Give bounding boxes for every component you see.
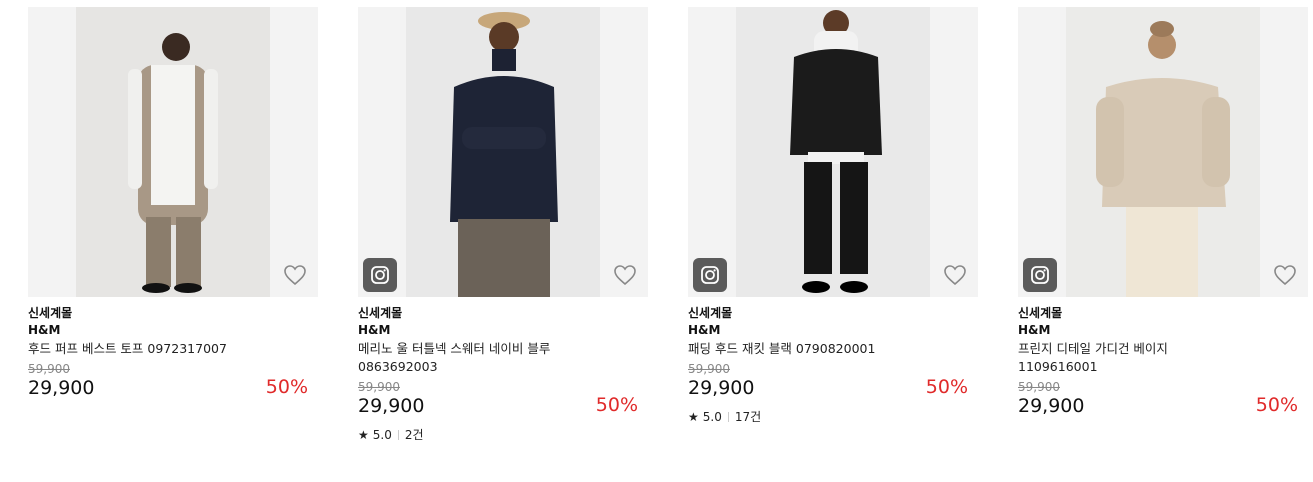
discount-rate: 50% <box>265 376 308 398</box>
instagram-icon <box>1031 266 1049 284</box>
discount-rate: 50% <box>595 394 638 416</box>
original-price: 59,900 <box>688 362 730 376</box>
review-count: 2건 <box>404 428 424 442</box>
product-photo <box>406 7 600 297</box>
sale-price: 29,900 <box>358 395 425 417</box>
seller-name: 신세계몰 <box>1018 306 1063 320</box>
star-icon: ★ <box>358 427 369 442</box>
brand-name: H&M <box>28 323 61 337</box>
product-image[interactable] <box>688 7 978 297</box>
product-name[interactable]: 메리노 울 터틀넥 스웨터 네이비 블루 0863692003 <box>358 340 578 376</box>
original-price: 59,900 <box>28 362 70 376</box>
seller-name: 신세계몰 <box>688 306 733 320</box>
rating-summary: ★ 5.0 2건 <box>358 426 648 443</box>
product-card[interactable]: 신세계몰 H&M 프린지 디테일 가디건 베이지 1109616001 59,9… <box>1018 7 1308 420</box>
product-card[interactable]: 신세계몰 H&M 패딩 후드 재킷 블랙 0790820001 59,900 2… <box>688 7 978 425</box>
rating-value: 5.0 <box>702 409 722 424</box>
star-icon: ★ <box>688 409 699 424</box>
divider <box>397 429 399 440</box>
brand-name: H&M <box>1018 323 1051 337</box>
divider <box>727 411 729 422</box>
heart-icon[interactable] <box>283 264 307 286</box>
product-photo <box>736 7 930 297</box>
product-image[interactable] <box>28 7 318 297</box>
product-photo <box>76 7 270 297</box>
product-name[interactable]: 패딩 후드 재킷 블랙 0790820001 <box>688 340 908 358</box>
product-image[interactable] <box>358 7 648 297</box>
brand-name: H&M <box>688 323 721 337</box>
product-photo <box>1066 7 1260 297</box>
heart-icon[interactable] <box>613 264 637 286</box>
original-price: 59,900 <box>1018 380 1060 394</box>
seller-name: 신세계몰 <box>28 306 73 320</box>
product-name[interactable]: 후드 퍼프 베스트 토프 0972317007 <box>28 340 248 358</box>
instagram-button[interactable] <box>1023 258 1057 292</box>
heart-icon[interactable] <box>943 264 967 286</box>
instagram-button[interactable] <box>693 258 727 292</box>
review-count: 17건 <box>734 410 762 424</box>
instagram-button[interactable] <box>363 258 397 292</box>
discount-rate: 50% <box>1255 394 1298 416</box>
original-price: 59,900 <box>358 380 400 394</box>
instagram-icon <box>371 266 389 284</box>
product-image[interactable] <box>1018 7 1308 297</box>
sale-price: 29,900 <box>28 377 95 399</box>
rating-value: 5.0 <box>372 427 392 442</box>
instagram-icon <box>701 266 719 284</box>
sale-price: 29,900 <box>688 377 755 399</box>
product-card[interactable]: 신세계몰 H&M 메리노 울 터틀넥 스웨터 네이비 블루 0863692003… <box>358 7 648 443</box>
seller-name: 신세계몰 <box>358 306 403 320</box>
rating-summary: ★ 5.0 17건 <box>688 408 978 425</box>
brand-name: H&M <box>358 323 391 337</box>
discount-rate: 50% <box>925 376 968 398</box>
product-card[interactable]: 신세계몰 H&M 후드 퍼프 베스트 토프 0972317007 59,900 … <box>28 7 318 402</box>
product-name[interactable]: 프린지 디테일 가디건 베이지 1109616001 <box>1018 340 1238 376</box>
sale-price: 29,900 <box>1018 395 1085 417</box>
heart-icon[interactable] <box>1273 264 1297 286</box>
